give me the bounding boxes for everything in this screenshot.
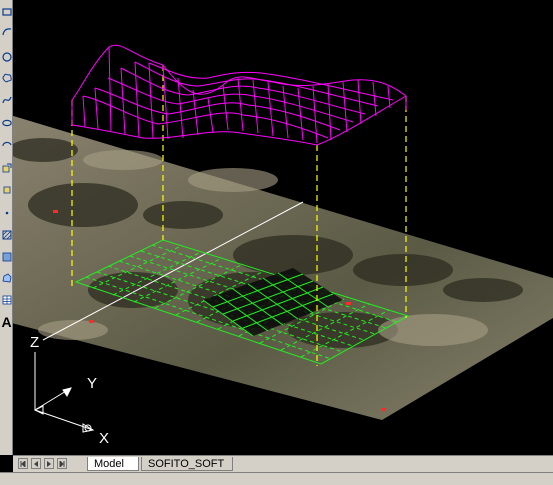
ucs-z-label: Z bbox=[30, 334, 39, 351]
table-icon[interactable] bbox=[0, 290, 13, 310]
ucs-y-label: Y bbox=[87, 375, 97, 392]
command-line[interactable] bbox=[0, 472, 553, 485]
revision-cloud-icon[interactable] bbox=[0, 68, 13, 88]
first-tab-button[interactable] bbox=[18, 458, 28, 469]
ellipse-icon[interactable] bbox=[0, 113, 13, 133]
multiline-text-icon[interactable]: A bbox=[0, 312, 13, 332]
point-icon[interactable] bbox=[0, 203, 13, 223]
make-block-icon[interactable] bbox=[0, 180, 13, 200]
hatch-icon[interactable] bbox=[0, 225, 13, 245]
surface-mesh bbox=[71, 44, 407, 146]
ellipse-arc-icon[interactable] bbox=[0, 135, 13, 155]
arc-icon[interactable] bbox=[0, 22, 13, 42]
circle-icon[interactable] bbox=[0, 47, 13, 67]
tab-sofito-soft[interactable]: SOFITO_SOFT bbox=[141, 457, 233, 471]
tab-model[interactable]: Model bbox=[87, 457, 139, 471]
last-tab-button[interactable] bbox=[57, 458, 67, 469]
region-icon[interactable] bbox=[0, 268, 13, 288]
previous-tab-button[interactable] bbox=[31, 458, 41, 469]
rectangle-icon[interactable] bbox=[0, 2, 13, 22]
spline-icon[interactable] bbox=[0, 90, 13, 110]
model-viewport[interactable]: Z Y X bbox=[13, 0, 553, 455]
gradient-icon[interactable] bbox=[0, 247, 13, 267]
draw-toolbar: A bbox=[0, 0, 13, 455]
ucs-icon bbox=[33, 352, 95, 433]
ucs-x-label: X bbox=[99, 430, 109, 447]
insert-block-icon[interactable] bbox=[0, 158, 13, 178]
next-tab-button[interactable] bbox=[44, 458, 54, 469]
layout-tab-bar: Model SOFITO_SOFT bbox=[13, 455, 553, 472]
